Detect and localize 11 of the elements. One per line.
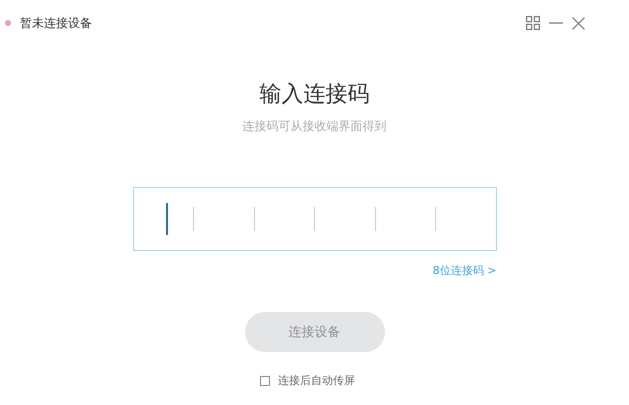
- subtitle: 连接码可从接收端界面得到: [242, 118, 386, 135]
- window-title: 暂未连接设备: [20, 14, 92, 32]
- status-dot: [5, 20, 11, 26]
- close-icon[interactable]: [572, 16, 585, 30]
- code-length-link[interactable]: 8位连接码 >: [432, 263, 496, 278]
- checkbox-label: 连接后自动传屏: [278, 373, 355, 388]
- checkbox[interactable]: [260, 376, 270, 386]
- grid-icon[interactable]: [526, 16, 540, 30]
- minimize-icon[interactable]: [549, 22, 563, 24]
- heading: 输入连接码: [260, 81, 370, 109]
- code-input-field[interactable]: [132, 187, 496, 251]
